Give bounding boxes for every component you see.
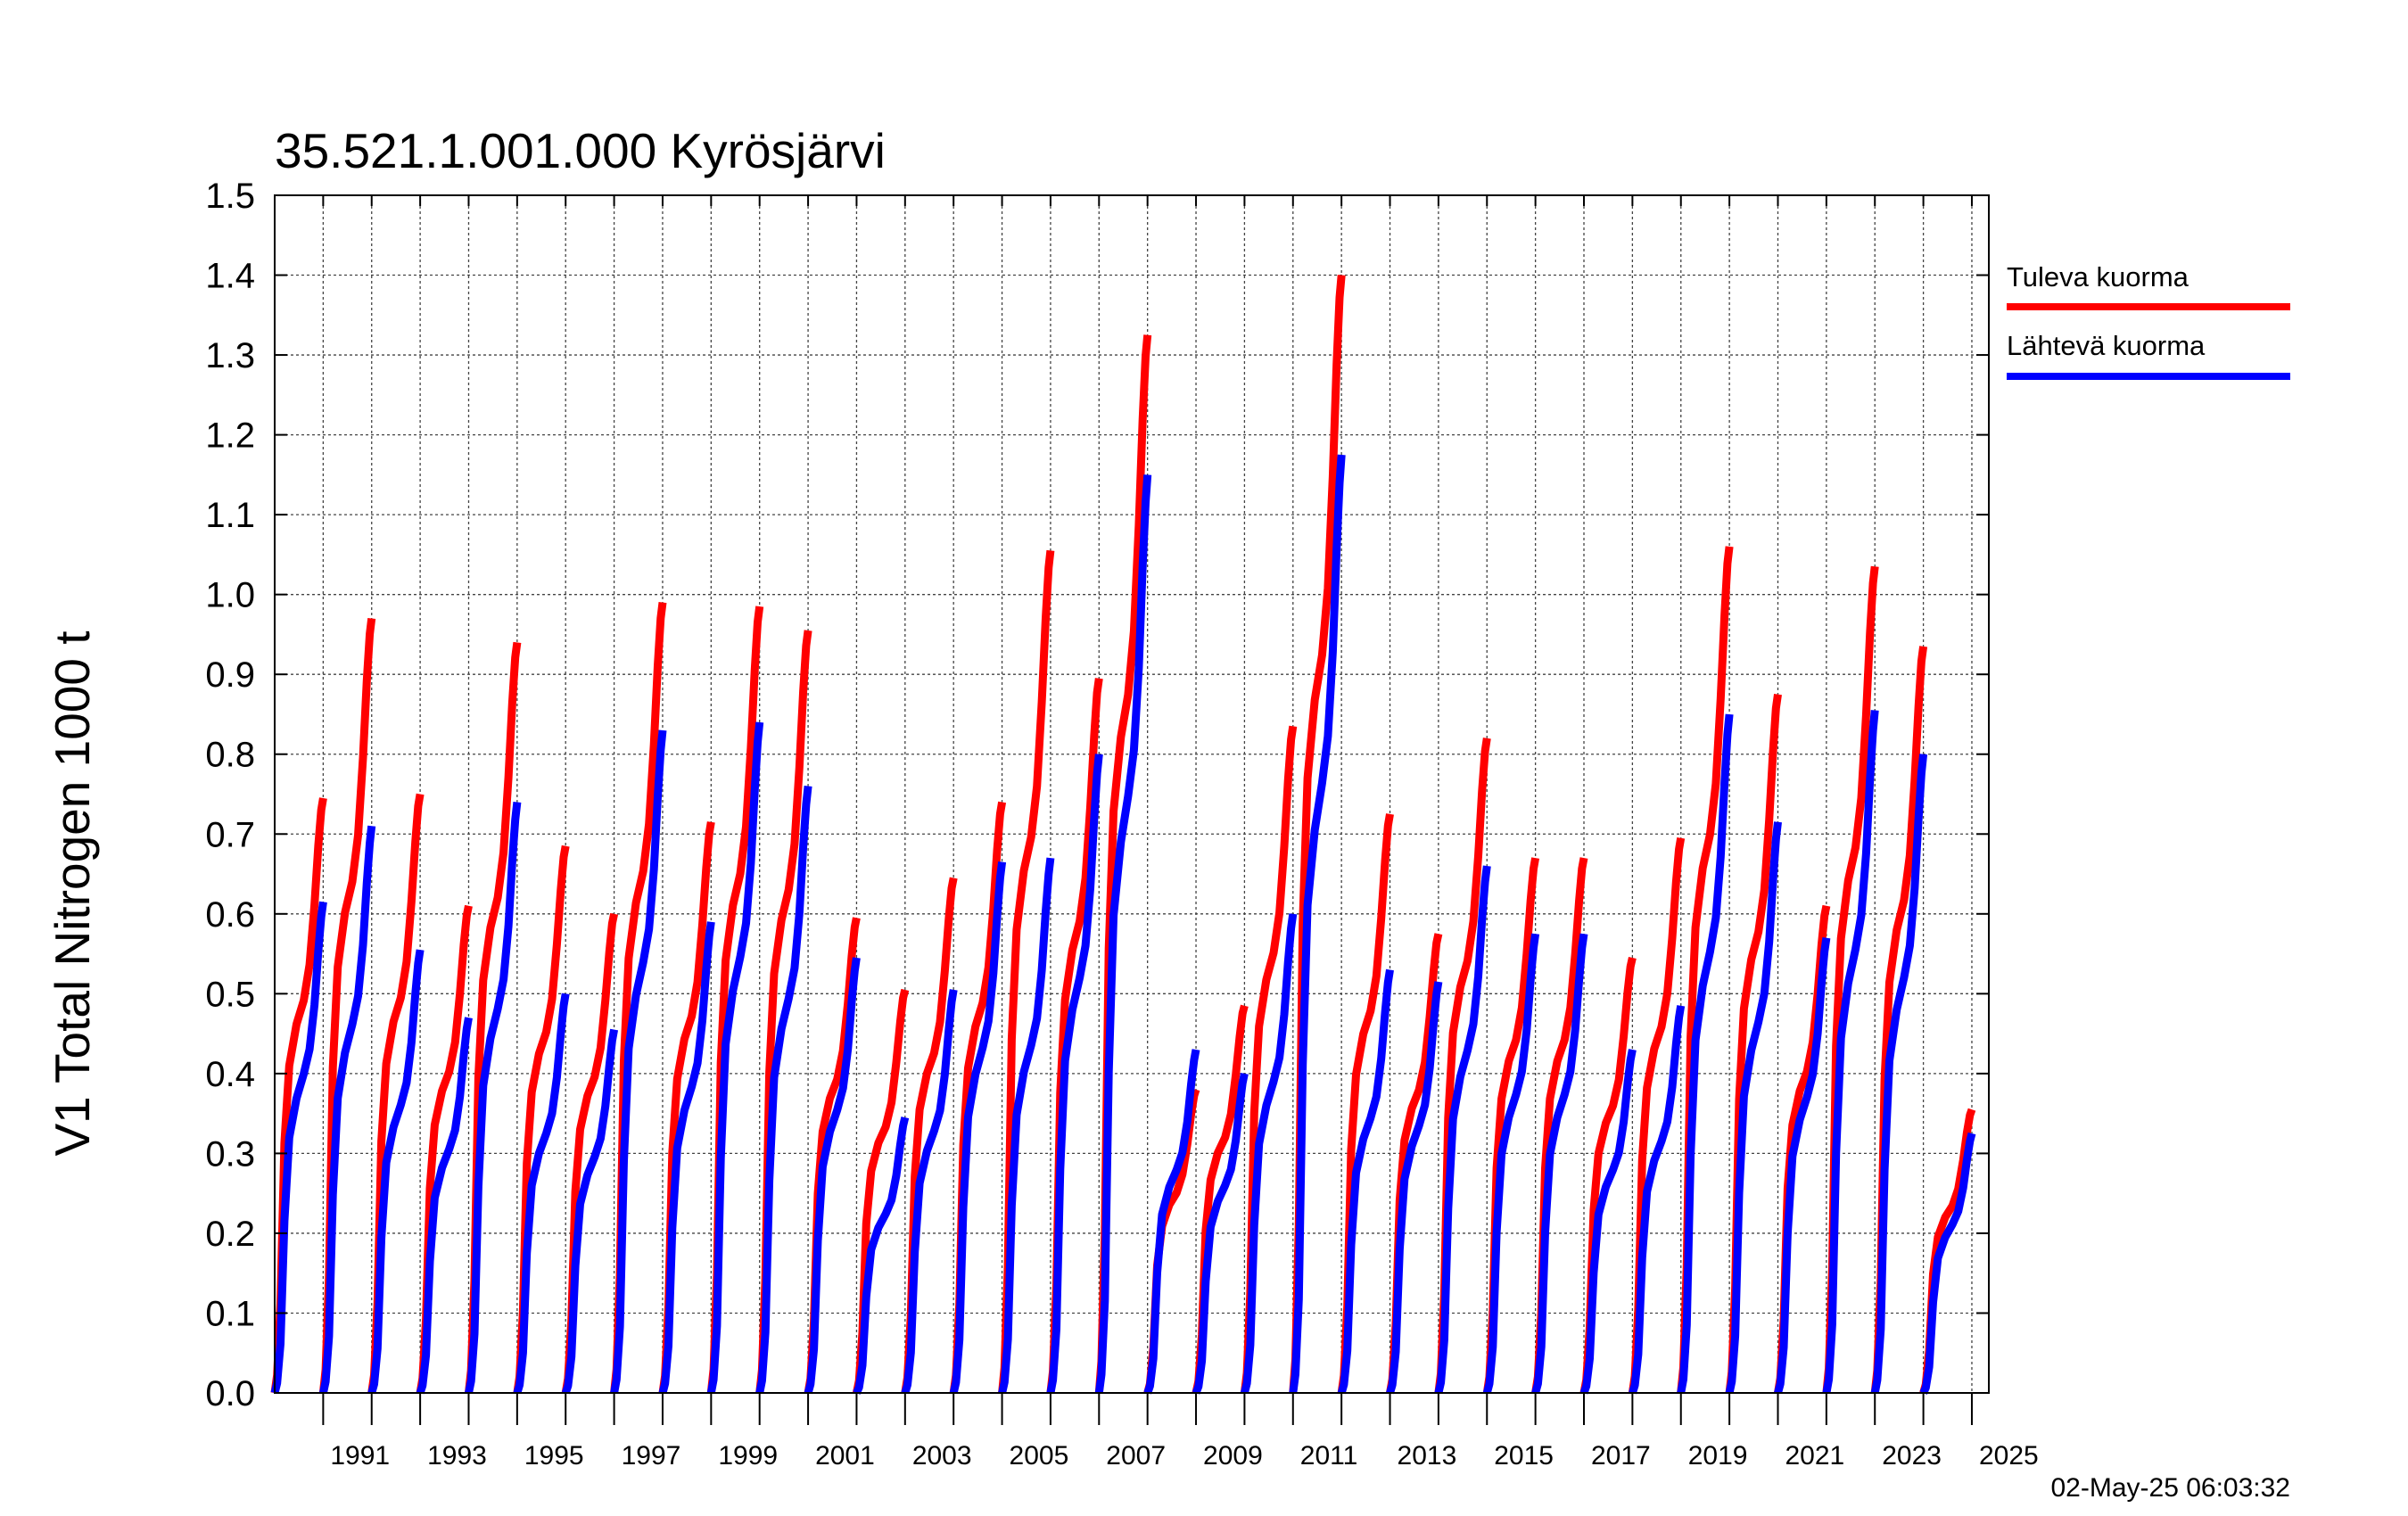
y-tick-label: 0.0 <box>205 1374 255 1413</box>
x-tick-label: 2021 <box>1785 1441 1844 1471</box>
x-tick-label: 1991 <box>330 1441 390 1471</box>
y-tick-label: 1.0 <box>205 576 255 615</box>
x-tick-label: 1993 <box>427 1441 487 1471</box>
y-tick-label: 0.6 <box>205 895 255 935</box>
x-tick-label: 1997 <box>622 1441 681 1471</box>
y-tick-label: 1.4 <box>205 257 255 296</box>
x-tick-label: 2015 <box>1494 1441 1554 1471</box>
y-tick-label: 0.3 <box>205 1134 255 1174</box>
y-tick-label: 1.1 <box>205 496 255 535</box>
x-tick-label: 2019 <box>1688 1441 1748 1471</box>
x-tick-label: 2001 <box>815 1441 875 1471</box>
x-tick-label: 2003 <box>912 1441 972 1471</box>
y-tick-label: 0.5 <box>205 975 255 1014</box>
y-tick-label: 1.2 <box>205 416 255 456</box>
y-tick-label: 0.9 <box>205 655 255 695</box>
legend-label-lahteva: Lähtevä kuorma <box>2007 330 2206 361</box>
legend-label-tuleva: Tuleva kuorma <box>2007 261 2189 292</box>
x-tick-label: 2005 <box>1010 1441 1069 1471</box>
x-tick-label: 2017 <box>1591 1441 1651 1471</box>
x-tick-label: 2011 <box>1300 1441 1358 1471</box>
x-tick-label: 2025 <box>1979 1441 2039 1471</box>
x-tick-label: 2009 <box>1203 1441 1263 1471</box>
x-tick-label: 2023 <box>1882 1441 1942 1471</box>
x-tick-label: 1999 <box>718 1441 778 1471</box>
chart-title: 35.521.1.001.000 Kyrösjärvi <box>275 123 886 178</box>
x-tick-label: 1995 <box>524 1441 584 1471</box>
y-tick-label: 1.3 <box>205 336 255 375</box>
y-axis-label: V1 Total Nitrogen 1000 t <box>45 630 100 1156</box>
y-tick-label: 0.4 <box>205 1055 255 1094</box>
x-tick-label: 2007 <box>1106 1441 1166 1471</box>
y-tick-label: 0.8 <box>205 736 255 775</box>
timestamp: 02-May-25 06:03:32 <box>2050 1473 2290 1503</box>
y-tick-label: 0.7 <box>205 815 255 854</box>
y-tick-label: 0.1 <box>205 1294 255 1333</box>
x-tick-label: 2013 <box>1398 1441 1457 1471</box>
chart: 0.0 0.1 0.2 0.3 0.4 0.5 0.6 0.7 0.8 0.9 1.0 1.1 1.2 1… <box>0 0 2408 1516</box>
y-tick-label: 0.2 <box>205 1215 255 1254</box>
y-tick-label: 1.5 <box>205 177 255 216</box>
